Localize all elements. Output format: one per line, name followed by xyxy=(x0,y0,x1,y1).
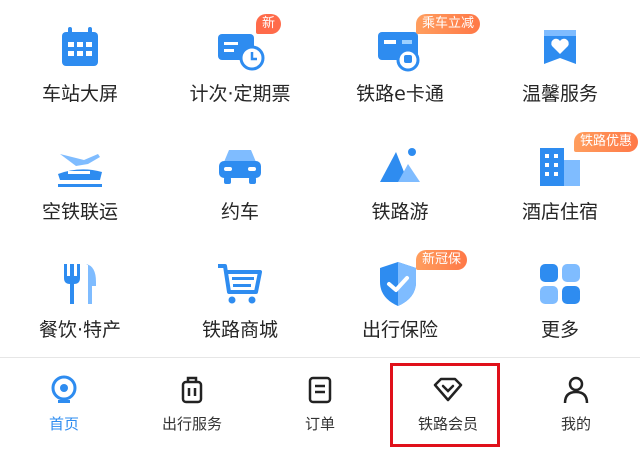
service-label: 计次·定期票 xyxy=(189,83,291,105)
service-label: 餐饮·特产 xyxy=(38,319,122,341)
highlight-annotation-box xyxy=(390,363,500,447)
service-air-rail[interactable]: 空铁联运 xyxy=(0,118,160,236)
service-label: 出行保险 xyxy=(361,319,438,341)
service-dining[interactable]: 餐饮·特产 xyxy=(0,236,160,354)
home-logo-icon xyxy=(51,375,77,403)
badge-new: 新 xyxy=(256,14,282,34)
service-rail-tour[interactable]: 铁路游 xyxy=(320,118,480,236)
heart-box-icon xyxy=(544,30,576,64)
tab-travel-services[interactable]: 出行服务 xyxy=(128,358,256,457)
suitcase-icon xyxy=(181,376,203,404)
service-label: 铁路游 xyxy=(371,201,429,223)
service-label: 铁路商城 xyxy=(201,319,278,341)
badge-rail-discount: 铁路优惠 xyxy=(574,132,639,152)
service-hotel[interactable]: 铁路优惠 酒店住宿 xyxy=(480,118,640,236)
tab-label: 出行服务 xyxy=(161,415,222,433)
service-label: 更多 xyxy=(540,319,579,341)
grid-more-icon xyxy=(540,264,580,304)
service-label: 酒店住宿 xyxy=(521,201,598,223)
order-list-icon xyxy=(308,376,332,404)
service-label: 空铁联运 xyxy=(41,201,118,223)
user-icon xyxy=(563,376,589,404)
tab-profile[interactable]: 我的 xyxy=(512,358,640,457)
badge-covid-insurance: 新冠保 xyxy=(416,250,468,270)
plane-train-icon xyxy=(58,154,102,187)
tab-label: 订单 xyxy=(304,415,335,433)
service-mall[interactable]: 铁路商城 xyxy=(160,236,320,354)
calendar-icon xyxy=(62,27,98,66)
bottom-tab-bar: 首页 出行服务 订单 铁路会员 我的 xyxy=(0,358,640,457)
service-insurance[interactable]: 新冠保 出行保险 xyxy=(320,236,480,354)
service-label: 约车 xyxy=(220,201,259,223)
service-more[interactable]: 更多 xyxy=(480,236,640,354)
service-label: 车站大屏 xyxy=(41,83,118,105)
tab-label: 我的 xyxy=(560,415,591,433)
car-icon xyxy=(219,150,261,184)
badge-discount: 乘车立减 xyxy=(416,14,481,34)
service-label: 铁路e卡通 xyxy=(356,83,444,105)
service-e-card[interactable]: 乘车立减 铁路e卡通 xyxy=(320,0,481,118)
tab-orders[interactable]: 订单 xyxy=(256,358,384,457)
cart-icon xyxy=(218,264,262,304)
service-periodic-ticket[interactable]: 新 计次·定期票 xyxy=(160,0,320,118)
service-station-screen[interactable]: 车站大屏 xyxy=(0,0,160,118)
tab-label: 首页 xyxy=(48,415,79,433)
service-care[interactable]: 温馨服务 xyxy=(480,0,640,118)
tab-home[interactable]: 首页 xyxy=(0,358,128,457)
fork-knife-icon xyxy=(64,264,96,304)
services-grid: 车站大屏 新 计次·定期票 乘车立减 铁路e卡通 温馨服务 空铁联运 约车 铁路… xyxy=(0,0,640,358)
service-car[interactable]: 约车 xyxy=(160,118,320,236)
service-label: 温馨服务 xyxy=(521,83,598,105)
mountain-icon xyxy=(380,148,420,182)
